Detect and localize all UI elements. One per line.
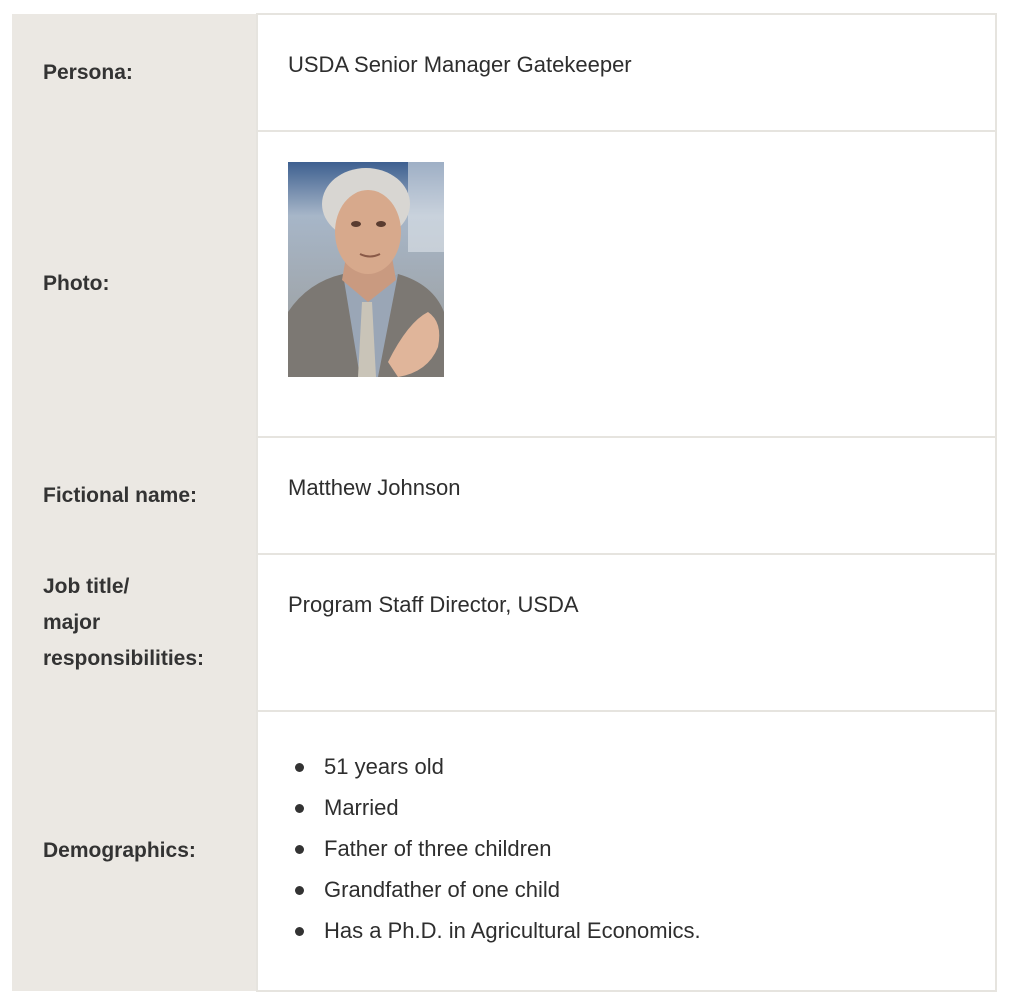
demographics-item-text: 51 years old [324,754,444,779]
demographics-label: Demographics: [12,711,257,991]
fictional-name-label: Fictional name: [12,437,257,554]
list-item: 51 years old [288,746,995,787]
list-item: Has a Ph.D. in Agricultural Economics. [288,910,995,951]
demographics-list: 51 years old Married Father of three chi… [288,712,995,951]
portrait-image [288,162,444,377]
name-row: Fictional name: Matthew Johnson [12,436,997,554]
list-item: Father of three children [288,828,995,869]
persona-value-cell: USDA Senior Manager Gatekeeper [256,13,997,131]
photo-wrapper [288,132,995,377]
demographics-value-cell: 51 years old Married Father of three chi… [256,710,997,992]
photo-label: Photo: [12,131,257,437]
demographics-item-text: Married [324,795,399,820]
job-title-label-line-2: major [43,611,101,634]
persona-label: Persona: [12,14,257,131]
persona-table: Persona: USDA Senior Manager Gatekeeper … [12,13,997,992]
list-item: Grandfather of one child [288,869,995,910]
bullet-icon [295,927,304,936]
demographics-item-text: Father of three children [324,836,552,861]
job-title-value: Program Staff Director, USDA [288,592,579,617]
list-item: Married [288,787,995,828]
persona-value: USDA Senior Manager Gatekeeper [288,52,632,77]
bullet-icon [295,804,304,813]
job-title-label: Job title/ major responsibilities: [12,554,257,711]
bullet-icon [295,763,304,772]
bullet-icon [295,845,304,854]
fictional-name-value-cell: Matthew Johnson [256,436,997,554]
job-title-value-cell: Program Staff Director, USDA [256,553,997,711]
demographics-item-text: Has a Ph.D. in Agricultural Economics. [324,918,701,943]
demographics-item-text: Grandfather of one child [324,877,561,902]
photo-row: Photo: [12,130,997,437]
bullet-icon [295,886,304,895]
job-title-label-line-3: responsibilities: [43,647,205,670]
persona-photo [288,162,444,377]
job-row: Job title/ major responsibilities: Progr… [12,553,997,711]
persona-row: Persona: USDA Senior Manager Gatekeeper [12,13,997,131]
photo-value-cell [256,130,997,437]
fictional-name-value: Matthew Johnson [288,475,461,500]
demographics-row: Demographics: 51 years old Married Fathe… [12,710,997,992]
job-title-label-line-1: Job title/ [43,575,130,598]
